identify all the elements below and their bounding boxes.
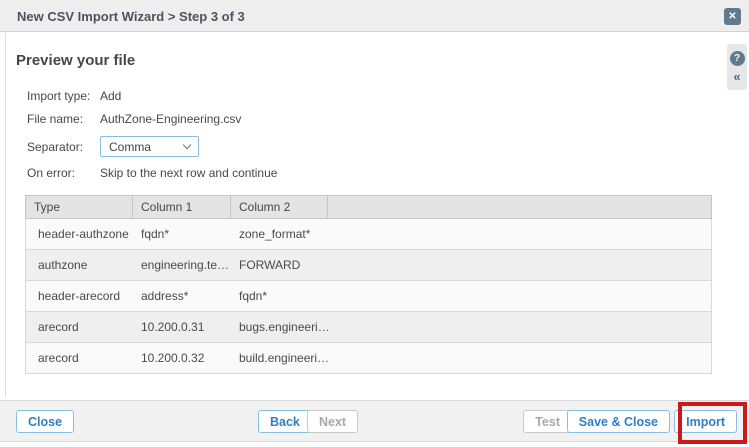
table-row[interactable]: arecord 10.200.0.32 build.engineeri… [25,343,712,374]
cell-column1: fqdn* [133,219,231,249]
cell-column2: build.engineeri… [231,343,328,373]
dialog-title: New CSV Import Wizard > Step 3 of 3 [17,9,245,24]
next-button: Next [307,410,358,433]
cell-type: header-arecord [26,281,133,311]
cell-column1: address* [133,281,231,311]
column-header-type[interactable]: Type [26,196,133,218]
table-row[interactable]: authzone engineering.te… FORWARD [25,250,712,281]
content-left-border [5,33,6,398]
cell-type: arecord [26,312,133,342]
file-name-value: AuthZone-Engineering.csv [100,112,241,126]
file-name-label: File name: [27,112,83,126]
collapse-panel-icon[interactable]: « [733,71,740,83]
cell-column1: engineering.te… [133,250,231,280]
cell-column2: fqdn* [231,281,328,311]
on-error-value: Skip to the next row and continue [100,166,277,180]
import-type-label: Import type: [27,89,90,103]
back-button[interactable]: Back [258,410,312,433]
table-row[interactable]: header-authzone fqdn* zone_format* [25,219,712,250]
page-title: Preview your file [16,52,135,69]
side-toolbar: ? « [727,44,747,90]
table-header-row: Type Column 1 Column 2 [25,195,712,219]
cell-column2: FORWARD [231,250,328,280]
close-button[interactable]: Close [16,410,74,433]
chevron-down-icon [183,141,191,149]
save-and-close-button[interactable]: Save & Close [567,410,670,433]
cell-type: authzone [26,250,133,280]
test-button: Test [523,410,572,433]
dialog-title-bar: New CSV Import Wizard > Step 3 of 3 ✕ [0,0,749,32]
help-icon[interactable]: ? [730,51,745,66]
separator-label: Separator: [27,140,83,154]
column-header-column2[interactable]: Column 2 [231,196,328,218]
table-row[interactable]: arecord 10.200.0.31 bugs.engineeri… [25,312,712,343]
cell-column2: bugs.engineeri… [231,312,328,342]
cell-column1: 10.200.0.32 [133,343,231,373]
separator-select[interactable]: Comma [100,136,199,157]
cell-column2: zone_format* [231,219,328,249]
separator-selected-value: Comma [109,140,151,154]
cell-column1: 10.200.0.31 [133,312,231,342]
import-type-value: Add [100,89,121,103]
table-row[interactable]: header-arecord address* fqdn* [25,281,712,312]
footer-bar: Close Back Next Test Save & Close Import [0,400,749,442]
cell-type: header-authzone [26,219,133,249]
on-error-label: On error: [27,166,75,180]
preview-table: Type Column 1 Column 2 header-authzone f… [25,195,712,374]
cell-type: arecord [26,343,133,373]
close-icon[interactable]: ✕ [724,8,741,25]
import-button[interactable]: Import [674,410,737,433]
column-header-column1[interactable]: Column 1 [133,196,231,218]
column-header-filler [328,196,711,218]
